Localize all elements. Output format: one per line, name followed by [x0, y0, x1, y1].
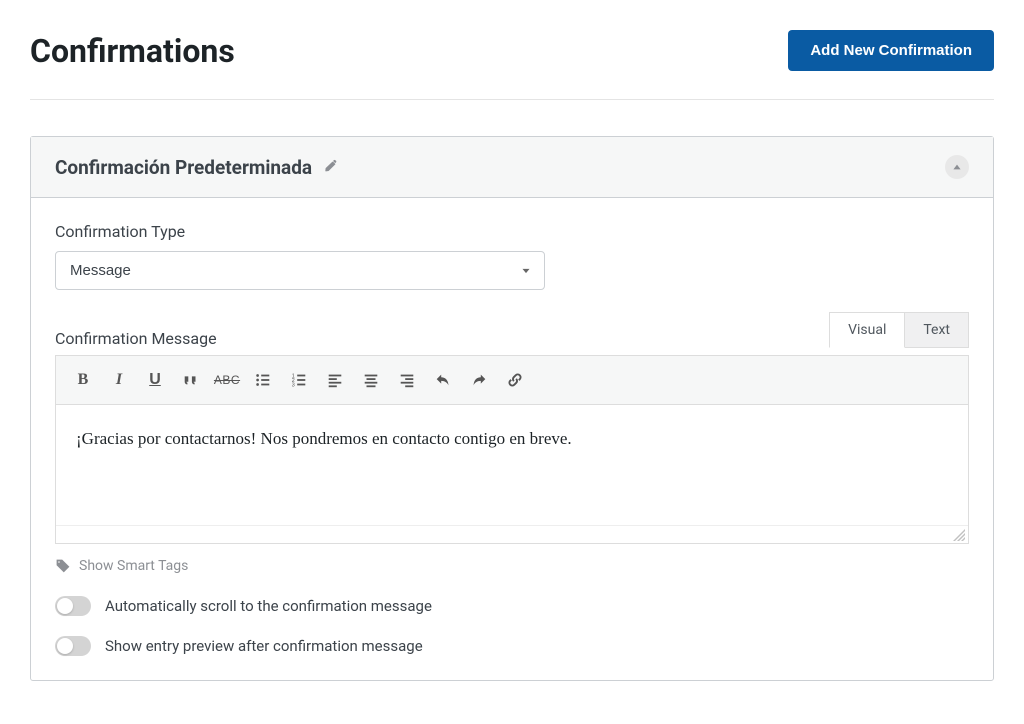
- editor-toolbar: B I U ABC 123: [56, 356, 968, 405]
- align-center-button[interactable]: [354, 364, 388, 396]
- entry-preview-toggle[interactable]: [55, 636, 91, 656]
- bold-button[interactable]: B: [66, 364, 100, 396]
- svg-text:3: 3: [292, 382, 295, 388]
- rich-text-editor: B I U ABC 123 ¡Gracias por contactarnos!…: [55, 355, 969, 544]
- align-left-button[interactable]: [318, 364, 352, 396]
- resize-handle[interactable]: [56, 525, 968, 543]
- edit-icon[interactable]: [322, 159, 338, 175]
- confirmation-type-label: Confirmation Type: [55, 222, 969, 241]
- panel-header: Confirmación Predeterminada: [31, 137, 993, 198]
- confirmation-message-label: Confirmation Message: [55, 329, 217, 348]
- confirmation-panel: Confirmación Predeterminada Confirmation…: [30, 136, 994, 681]
- auto-scroll-toggle-row: Automatically scroll to the confirmation…: [55, 596, 969, 616]
- align-right-button[interactable]: [390, 364, 424, 396]
- bullet-list-button[interactable]: [246, 364, 280, 396]
- panel-body: Confirmation Type Message Confirmation M…: [31, 198, 993, 680]
- auto-scroll-toggle[interactable]: [55, 596, 91, 616]
- undo-button[interactable]: [426, 364, 460, 396]
- confirmation-type-select[interactable]: Message: [55, 251, 545, 290]
- auto-scroll-label: Automatically scroll to the confirmation…: [105, 597, 432, 615]
- entry-preview-toggle-row: Show entry preview after confirmation me…: [55, 636, 969, 656]
- entry-preview-label: Show entry preview after confirmation me…: [105, 637, 423, 655]
- italic-button[interactable]: I: [102, 364, 136, 396]
- redo-button[interactable]: [462, 364, 496, 396]
- link-button[interactable]: [498, 364, 532, 396]
- tab-text[interactable]: Text: [905, 312, 969, 348]
- strikethrough-button[interactable]: ABC: [210, 364, 244, 396]
- tab-visual[interactable]: Visual: [829, 312, 905, 348]
- numbered-list-button[interactable]: 123: [282, 364, 316, 396]
- blockquote-button[interactable]: [174, 364, 208, 396]
- underline-button[interactable]: U: [138, 364, 172, 396]
- editor-content[interactable]: ¡Gracias por contactarnos! Nos pondremos…: [56, 405, 968, 525]
- confirmation-type-field: Confirmation Type Message: [55, 222, 969, 290]
- tag-icon: [55, 558, 71, 574]
- confirmation-message-field: Confirmation Message Visual Text B I U A…: [55, 312, 969, 574]
- show-smart-tags-link[interactable]: Show Smart Tags: [55, 558, 969, 574]
- grip-icon: [953, 529, 965, 541]
- page-title: Confirmations: [30, 32, 235, 70]
- chevron-up-icon: [951, 161, 963, 173]
- add-new-confirmation-button[interactable]: Add New Confirmation: [788, 30, 994, 71]
- divider: [30, 99, 994, 100]
- smart-tags-label: Show Smart Tags: [79, 558, 188, 574]
- panel-title: Confirmación Predeterminada: [55, 156, 312, 179]
- editor-tabs: Visual Text: [829, 312, 969, 348]
- collapse-button[interactable]: [945, 155, 969, 179]
